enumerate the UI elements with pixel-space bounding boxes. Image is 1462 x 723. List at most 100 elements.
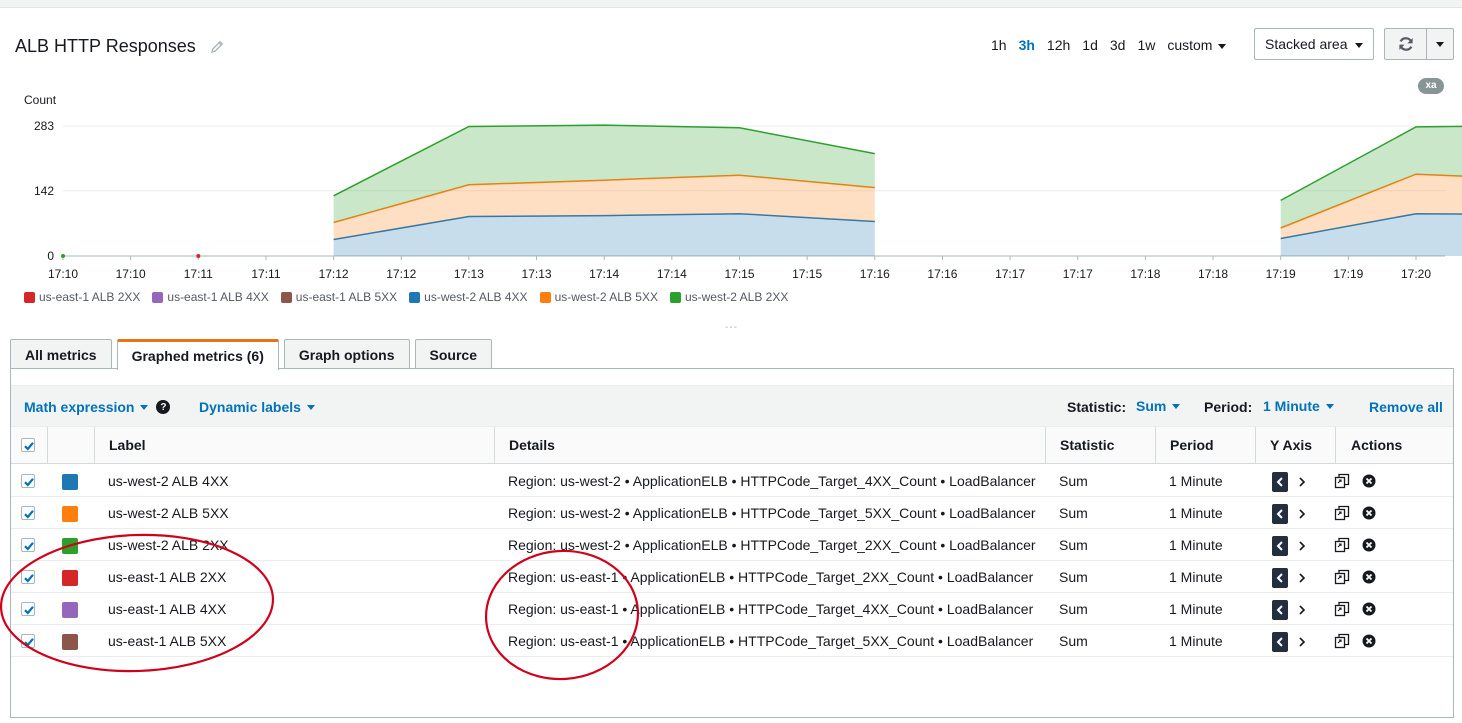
y-axis-right-button[interactable] [1295,632,1309,652]
legend-item[interactable]: us-east-1 ALB 2XX [24,290,140,304]
remove-icon[interactable] [1362,634,1376,648]
help-icon[interactable]: ? [156,400,171,414]
math-expression-dropdown[interactable]: Math expression ? [24,399,171,415]
select-all-checkbox[interactable] [21,438,35,452]
duplicate-icon[interactable] [1334,633,1350,649]
chevron-left-icon [1276,477,1283,487]
x-tick-label: 17:14 [589,267,619,281]
chevron-down-icon [1172,403,1181,409]
duplicate-icon[interactable] [1334,569,1350,585]
y-axis-left-button[interactable] [1272,632,1288,652]
row-period[interactable]: 1 Minute [1169,465,1259,497]
tab-graphed-metrics[interactable]: Graphed metrics (6) [116,339,279,370]
tab-source[interactable]: Source [414,339,492,369]
metrics-tabs: All metrics Graphed metrics (6) Graph op… [10,339,497,370]
tab-all-metrics[interactable]: All metrics [10,339,112,369]
legend-item[interactable]: us-east-1 ALB 4XX [152,290,269,304]
period-dropdown[interactable]: 1 Minute [1263,398,1334,414]
row-color-swatch[interactable] [62,634,78,650]
row-label[interactable]: us-east-1 ALB 2XX [108,561,488,593]
remove-icon[interactable] [1362,474,1376,488]
row-checkbox[interactable] [21,602,35,616]
y-axis-right-button[interactable] [1295,504,1309,524]
row-details: Region: us-west-2 • ApplicationELB • HTT… [508,473,1036,489]
row-color-swatch[interactable] [62,538,78,554]
y-axis-left-button[interactable] [1272,600,1288,620]
row-color-swatch[interactable] [62,570,78,586]
legend-item[interactable]: us-west-2 ALB 2XX [669,290,788,304]
refresh-options-button[interactable] [1427,29,1453,59]
y-axis-right-button[interactable] [1295,536,1309,556]
y-axis-left-button[interactable] [1272,504,1288,524]
row-statistic[interactable]: Sum [1059,497,1149,529]
row-checkbox[interactable] [21,538,35,552]
row-color-swatch[interactable] [62,506,78,522]
duplicate-icon[interactable] [1334,601,1350,617]
range-1d[interactable]: 1d [1082,37,1098,53]
row-statistic[interactable]: Sum [1059,625,1149,657]
row-statistic[interactable]: Sum [1059,561,1149,593]
row-color-swatch[interactable] [62,602,78,618]
range-custom-label: custom [1167,37,1213,53]
y-axis-left-button[interactable] [1272,472,1288,492]
refresh-button[interactable] [1385,29,1427,59]
duplicate-icon[interactable] [1334,473,1350,489]
checkmark-icon [24,606,34,615]
math-expression-label: Math expression [24,399,135,415]
range-custom[interactable]: custom [1167,37,1227,53]
range-12h[interactable]: 12h [1047,37,1070,53]
y-axis-right-button[interactable] [1295,472,1309,492]
edit-title-pencil-icon[interactable] [208,38,226,56]
range-3d[interactable]: 3d [1110,37,1126,53]
row-label[interactable]: us-west-2 ALB 5XX [108,497,488,529]
x-tick-label: 17:15 [724,267,754,281]
row-label[interactable]: us-east-1 ALB 5XX [108,625,488,657]
dynamic-labels-dropdown[interactable]: Dynamic labels [199,399,315,415]
range-1h[interactable]: 1h [991,37,1007,53]
x-tick-label: 17:13 [522,267,552,281]
row-label[interactable]: us-west-2 ALB 2XX [108,529,488,561]
row-checkbox[interactable] [21,506,35,520]
row-period[interactable]: 1 Minute [1169,593,1259,625]
row-checkbox[interactable] [21,474,35,488]
row-color-swatch[interactable] [62,474,78,490]
y-axis-left-button[interactable] [1272,536,1288,556]
chart-type-dropdown[interactable]: Stacked area [1254,28,1374,60]
row-period[interactable]: 1 Minute [1169,561,1259,593]
remove-icon[interactable] [1362,602,1376,616]
range-1w[interactable]: 1w [1137,37,1155,53]
duplicate-icon[interactable] [1334,537,1350,553]
row-period[interactable]: 1 Minute [1169,529,1259,561]
legend-item[interactable]: us-west-2 ALB 4XX [409,290,528,304]
row-statistic[interactable]: Sum [1059,593,1149,625]
tab-graph-options[interactable]: Graph options [283,339,410,369]
legend-swatch [152,291,164,303]
remove-icon[interactable] [1362,506,1376,520]
y-axis-right-button[interactable] [1295,568,1309,588]
row-label[interactable]: us-east-1 ALB 4XX [108,593,488,625]
row-label[interactable]: us-west-2 ALB 4XX [108,465,488,497]
y-axis-right-button[interactable] [1295,600,1309,620]
row-checkbox[interactable] [21,570,35,584]
legend-label: us-east-1 ALB 2XX [39,290,141,304]
statistic-dropdown[interactable]: Sum [1136,398,1181,414]
resize-handle[interactable]: --- [725,322,738,333]
refresh-icon [1398,37,1413,51]
y-axis-left-button[interactable] [1272,568,1288,588]
row-period[interactable]: 1 Minute [1169,497,1259,529]
row-statistic[interactable]: Sum [1059,465,1149,497]
legend-item[interactable]: us-west-2 ALB 5XX [539,290,658,304]
remove-icon[interactable] [1362,570,1376,584]
row-checkbox[interactable] [21,634,35,648]
graphed-metrics-panel: Math expression ? Dynamic labels Statist… [10,368,1454,718]
remove-icon[interactable] [1362,538,1376,552]
legend-label: us-east-1 ALB 4XX [167,290,269,304]
range-3h[interactable]: 3h [1019,37,1035,53]
x-tick-label: 17:20 [1401,267,1431,281]
x-tick-label: 17:19 [1333,267,1363,281]
remove-all-link[interactable]: Remove all [1369,399,1443,415]
legend-item[interactable]: us-east-1 ALB 5XX [280,290,397,304]
row-statistic[interactable]: Sum [1059,529,1149,561]
duplicate-icon[interactable] [1334,505,1350,521]
row-period[interactable]: 1 Minute [1169,625,1259,657]
